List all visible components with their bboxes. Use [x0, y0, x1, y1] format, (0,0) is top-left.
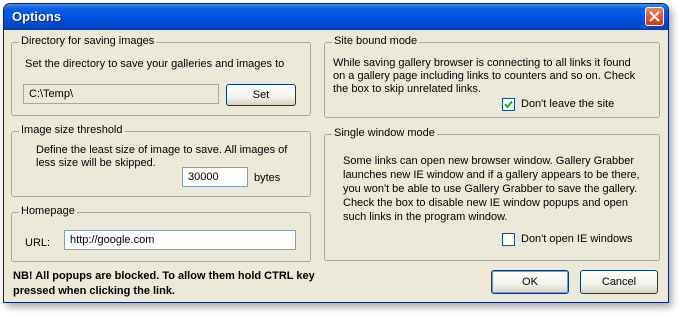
directory-path-field[interactable]: C:\Temp\ — [23, 84, 219, 104]
directory-legend: Directory for saving images — [19, 35, 157, 47]
close-icon — [649, 11, 660, 22]
size-threshold-input[interactable]: 30000 — [182, 167, 248, 187]
homepage-url-input[interactable]: http://google.com — [64, 230, 296, 250]
dont-open-ie-windows-checkbox[interactable] — [502, 233, 515, 246]
threshold-description-line2: less size will be skipped. — [36, 157, 156, 169]
threshold-description-line1: Define the least size of image to save. … — [36, 144, 288, 156]
threshold-group: Image size threshold Define the least si… — [11, 124, 311, 197]
checkmark-icon — [504, 100, 513, 109]
window-title: Options — [12, 9, 62, 24]
set-directory-button[interactable]: Set — [226, 84, 296, 106]
site-bound-line1: While saving gallery browser is connecti… — [333, 57, 631, 69]
dont-open-ie-windows-label[interactable]: Don't open IE windows — [521, 232, 633, 246]
bytes-unit-label: bytes — [254, 172, 281, 184]
directory-group: Directory for saving images Set the dire… — [11, 35, 311, 116]
dont-leave-site-checkbox[interactable] — [502, 98, 515, 111]
close-button[interactable] — [645, 7, 664, 26]
homepage-legend: Homepage — [19, 205, 77, 217]
ok-button[interactable]: OK — [491, 270, 569, 294]
homepage-group: Homepage URL: http://google.com — [11, 205, 311, 262]
site-bound-legend: Site bound mode — [332, 35, 420, 47]
site-bound-line2: on a gallery page including links to cou… — [333, 70, 636, 82]
single-window-group: Single window mode Some links can open n… — [324, 127, 660, 261]
single-window-line5: such links in the program window. — [343, 211, 508, 223]
cancel-button[interactable]: Cancel — [580, 270, 658, 294]
popup-note-line1: NB! All popups are blocked. To allow the… — [13, 270, 315, 282]
single-window-line4: Check the box to disable new IE window p… — [343, 197, 628, 209]
options-dialog: Options Directory for saving images Set … — [3, 3, 669, 303]
single-window-line1: Some links can open new browser window. … — [343, 155, 635, 167]
url-label: URL: — [25, 237, 51, 249]
dont-leave-site-label[interactable]: Don't leave the site — [521, 97, 614, 111]
site-bound-group: Site bound mode While saving gallery bro… — [324, 35, 660, 118]
popup-note-line2: pressed when clicking the link. — [13, 285, 175, 297]
directory-description: Set the directory to save your galleries… — [25, 58, 285, 70]
single-window-legend: Single window mode — [332, 127, 437, 139]
title-bar[interactable]: Options — [4, 4, 668, 30]
single-window-line2: launches new IE window and if a gallery … — [343, 169, 640, 181]
threshold-legend: Image size threshold — [19, 124, 125, 136]
single-window-line3: you won't be able to use Gallery Grabber… — [343, 183, 638, 195]
site-bound-line3: the box to skip unrelated links. — [333, 83, 481, 95]
